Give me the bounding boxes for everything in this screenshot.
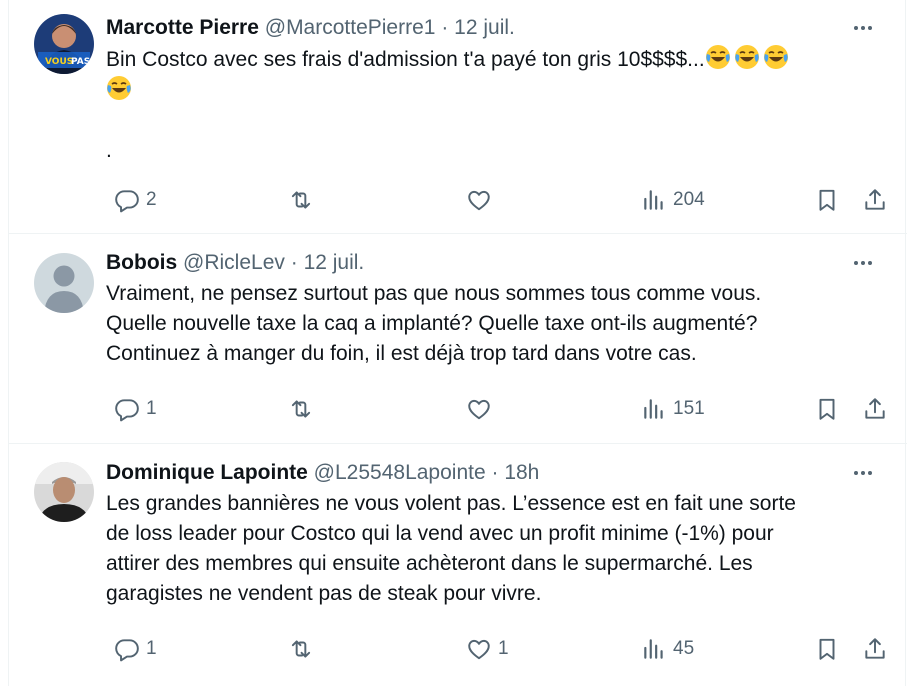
like-button[interactable] [466,185,498,215]
retweet-icon [291,191,311,209]
tweet-text: Les grandes bannières ne vous volent pas… [106,489,876,609]
display-name[interactable]: Marcotte Pierre [106,16,259,39]
bookmark-button[interactable] [814,394,840,424]
like-count: 1 [498,638,509,659]
bookmark-button[interactable] [814,634,840,664]
user-handle[interactable]: @RicleLev [183,251,285,274]
retweet-icon [291,640,311,658]
retweet-button[interactable] [288,394,320,424]
views-button[interactable]: 45 [641,634,694,664]
timeline: VOUS PAS Marcotte Pierre @MarcottePierre… [8,0,907,686]
timestamp[interactable]: 18h [504,461,539,484]
tweet-card[interactable]: Dominique Lapointe @L25548Lapointe · 18h… [9,445,907,686]
retweet-button[interactable] [288,634,320,664]
avatar[interactable] [34,462,94,522]
avatar-text: VOUS [45,57,73,67]
tweet-header: Marcotte Pierre @MarcottePierre1 · 12 ju… [106,14,515,42]
reply-count: 1 [146,398,157,419]
views-count: 45 [673,638,695,659]
views-icon [644,399,663,419]
laughing-emoji-icon [705,44,731,70]
tweet-text-line: garagistes ne vendent pas de steak pour … [106,582,542,605]
tweet-header: Dominique Lapointe @L25548Lapointe · 18h [106,459,539,487]
heart-icon [468,639,490,660]
retweet-icon [291,400,311,418]
reply-count: 1 [146,638,157,659]
tweet-text-line: attirer des membres qui ensuite achètero… [106,552,753,575]
more-icon[interactable] [849,249,877,277]
reply-button[interactable]: 1 [114,634,157,664]
separator: · [491,461,499,484]
user-handle[interactable]: @L25548Lapointe [314,461,486,484]
reply-icon [115,190,139,213]
like-button[interactable] [466,394,498,424]
views-button[interactable]: 204 [641,185,705,215]
action-bar: 2 204 [106,185,886,215]
heart-icon [468,190,490,211]
tweet-text: Bin Costco avec ses frais d'admission t'… [106,44,876,166]
laughing-emoji-icon [763,44,789,70]
views-count: 204 [673,189,705,210]
views-icon [644,639,663,659]
share-icon [865,189,885,210]
timestamp[interactable]: 12 juil. [304,251,365,274]
heart-icon [468,399,490,420]
like-button[interactable]: 1 [466,634,509,664]
views-icon [644,190,663,210]
avatar[interactable] [34,253,94,313]
avatar[interactable]: VOUS PAS [34,14,94,74]
timestamp[interactable]: 12 juil. [454,16,515,39]
tweet-text-line: . [106,139,112,162]
reply-button[interactable]: 2 [114,185,157,215]
reply-icon [115,399,139,422]
separator: · [290,251,298,274]
retweet-button[interactable] [288,185,320,215]
avatar-text: PAS [71,57,90,67]
laughing-emoji-icon [734,44,760,70]
action-bar: 1 151 [106,394,886,424]
laughing-emoji-icon [106,75,132,101]
display-name[interactable]: Dominique Lapointe [106,461,308,484]
more-icon[interactable] [849,14,877,42]
views-button[interactable]: 151 [641,394,705,424]
tweet-text: Vraiment, ne pensez surtout pas que nous… [106,279,876,369]
share-button[interactable] [862,185,888,215]
tweet-card[interactable]: VOUS PAS Marcotte Pierre @MarcottePierre… [9,0,907,234]
tweet-card[interactable]: Bobois @RicleLev · 12 juil. Vraiment, ne… [9,235,907,444]
share-button[interactable] [862,634,888,664]
tweet-text-line: Vraiment, ne pensez surtout pas que nous… [106,282,762,305]
tweet-text-line: Bin Costco avec ses frais d'admission t'… [106,48,705,71]
share-icon [865,398,885,419]
reply-icon [115,639,139,662]
share-button[interactable] [862,394,888,424]
tweet-text-line: de loss leader pour Costco qui la vend a… [106,522,774,545]
views-count: 151 [673,398,705,419]
display-name[interactable]: Bobois [106,251,177,274]
reply-count: 2 [146,189,157,210]
bookmark-icon [819,638,835,660]
tweet-text-line: Les grandes bannières ne vous volent pas… [106,492,796,515]
bookmark-button[interactable] [814,185,840,215]
more-icon[interactable] [849,459,877,487]
reply-button[interactable]: 1 [114,394,157,424]
tweet-header: Bobois @RicleLev · 12 juil. [106,249,364,277]
bookmark-icon [819,398,835,420]
bookmark-icon [819,189,835,211]
action-bar: 1 1 45 [106,634,886,664]
tweet-text-line: Continuez à manger du foin, il est déjà … [106,342,697,365]
tweet-text-line: Quelle nouvelle taxe la caq a implanté? … [106,312,758,335]
share-icon [865,638,885,659]
separator: · [441,16,449,39]
user-handle[interactable]: @MarcottePierre1 [265,16,436,39]
